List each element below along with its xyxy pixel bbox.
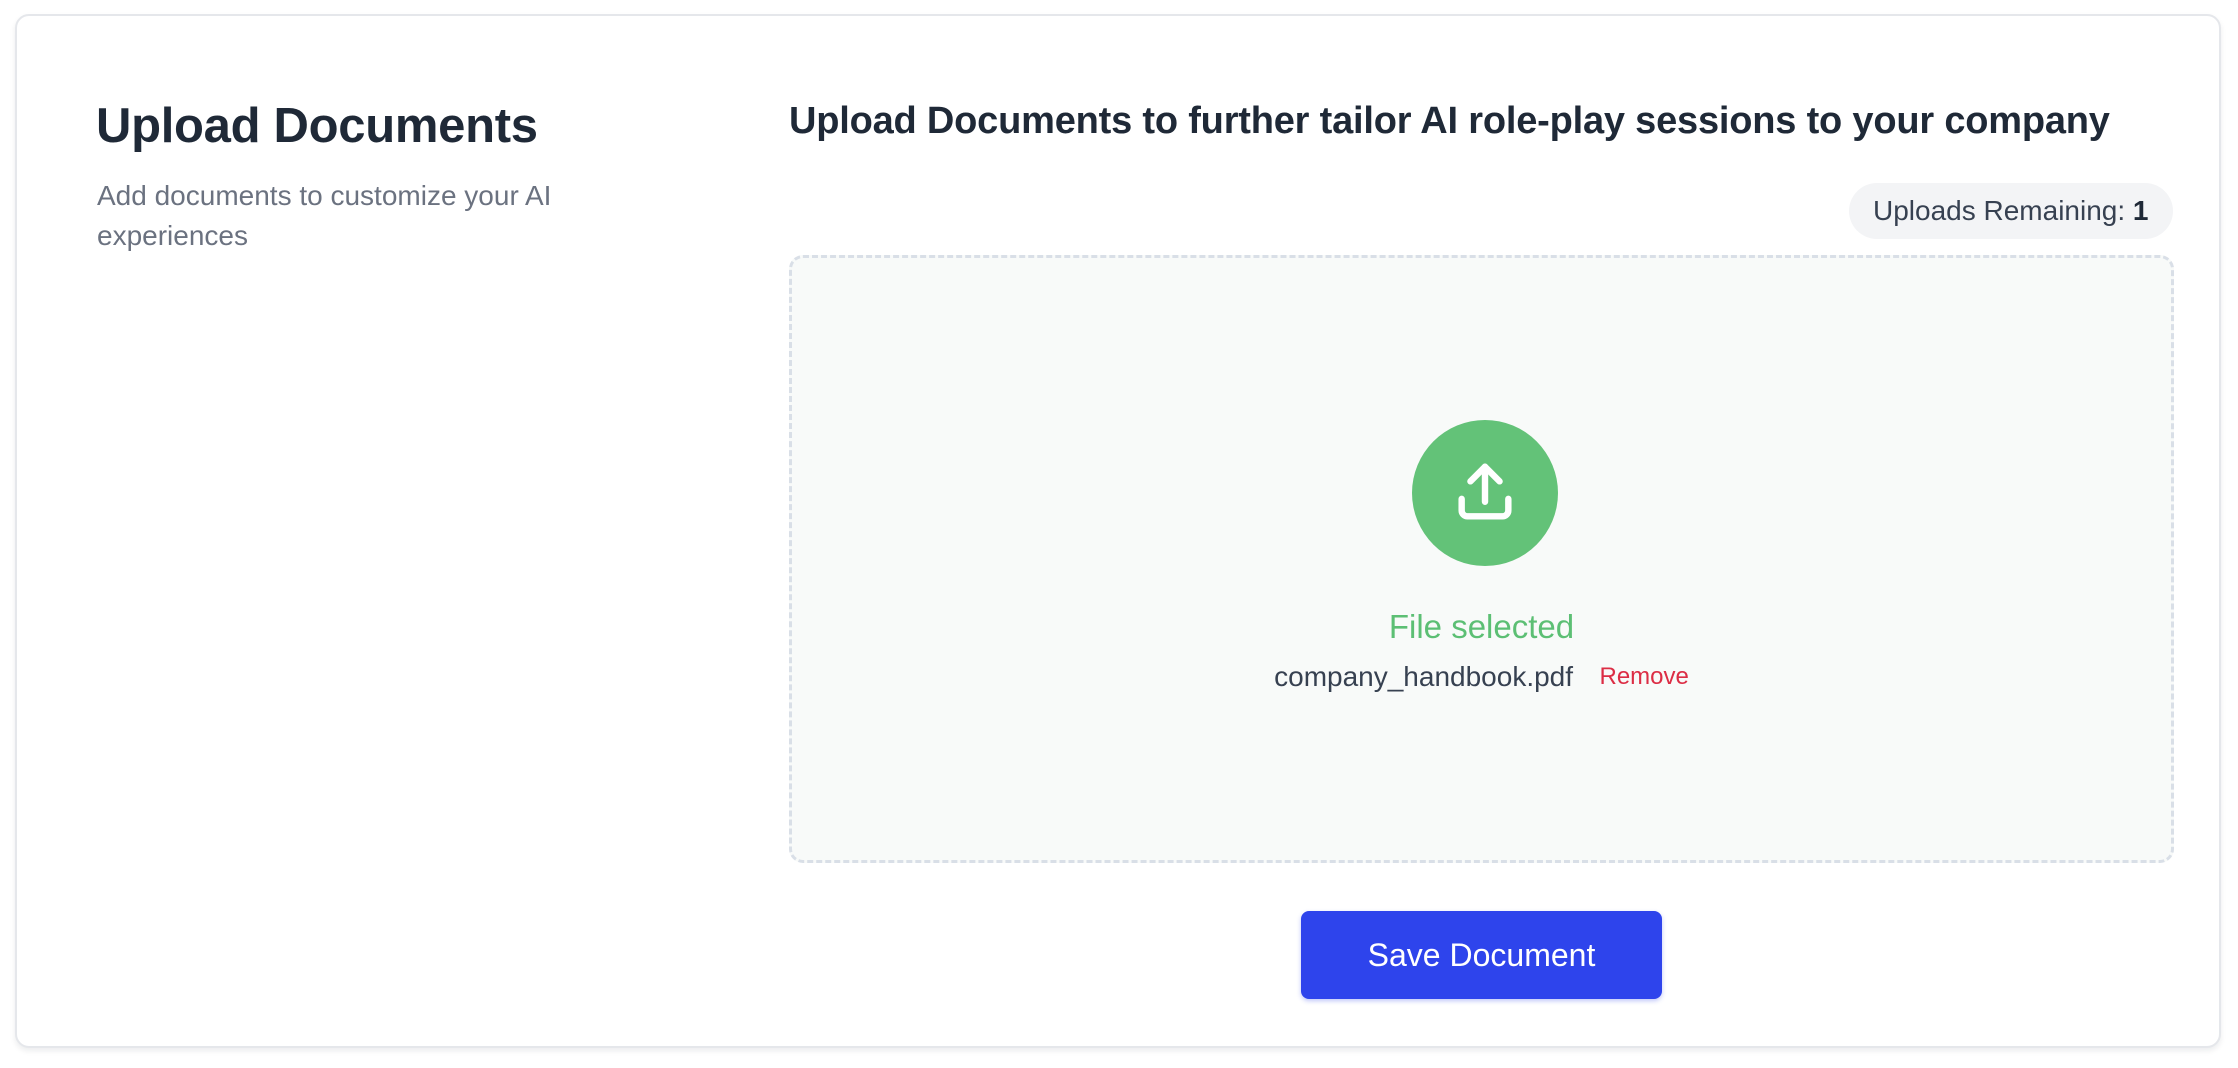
selected-file-row: company_handbook.pdf Remove <box>792 661 2171 693</box>
upload-icon[interactable] <box>1412 420 1558 566</box>
file-name: company_handbook.pdf <box>1274 661 1574 692</box>
section-description: Add documents to customize your AI exper… <box>97 180 552 251</box>
uploads-remaining-badge: Uploads Remaining: 1 <box>1849 183 2173 239</box>
page-title: Upload Documents to further tailor AI ro… <box>789 100 2110 142</box>
upload-card: Upload Documents Add documents to custom… <box>15 14 2221 1048</box>
section-title: Upload Documents <box>96 99 538 153</box>
file-status: File selected <box>1388 608 1575 645</box>
file-dropzone[interactable]: File selected company_handbook.pdf Remov… <box>789 255 2174 863</box>
uploads-remaining-count: 1 <box>2132 195 2149 226</box>
save-document-button[interactable]: Save Document <box>1301 911 1662 999</box>
uploads-remaining-label: Uploads Remaining: <box>1873 195 2126 226</box>
remove-file-link[interactable]: Remove <box>1599 663 1688 691</box>
